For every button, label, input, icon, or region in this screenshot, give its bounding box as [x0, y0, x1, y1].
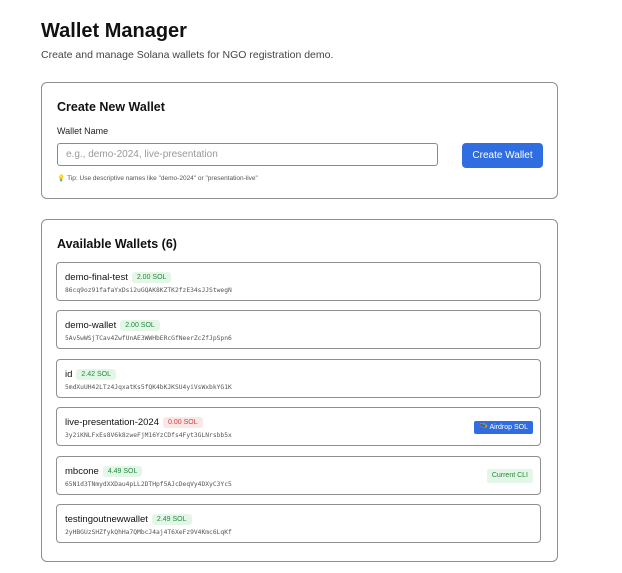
- wallet-row[interactable]: demo-final-test 2.00 SOL 86cq9oz91fafaYxD…: [56, 262, 541, 301]
- wallet-name-input[interactable]: [57, 143, 438, 166]
- page-title: Wallet Manager: [41, 20, 187, 42]
- available-wallets-heading: Available Wallets (6): [57, 237, 177, 251]
- tip-message: Tip: Use descriptive names like "demo-20…: [67, 175, 258, 182]
- balance-badge: 2.00 SOL: [131, 272, 172, 283]
- wallet-address: 65N1d3TNmydXXDau4pLL2DTHpf5AJcDeqVy4DXyC…: [65, 481, 232, 488]
- page-subtitle: Create and manage Solana wallets for NGO…: [41, 49, 334, 61]
- wallet-name-text: demo-final-test: [65, 272, 128, 283]
- wallet-row[interactable]: demo-wallet 2.00 SOL 5Av5wWSjTCav4ZwfUnAE…: [56, 310, 541, 349]
- wallet-name-text: id: [65, 369, 73, 380]
- balance-badge: 2.42 SOL: [76, 369, 116, 380]
- wallet-name: live-presentation-2024 0.00 SOL: [65, 417, 203, 428]
- wallet-name: demo-wallet 2.00 SOL: [65, 320, 160, 331]
- wallet-address: 3y2iKNLFxEs8V6k8zweFjM16YzCDfs4Fyt3GLNrs…: [65, 432, 232, 439]
- create-wallet-card: Create New Wallet Wallet Name Create Wal…: [41, 82, 558, 199]
- wallet-row[interactable]: live-presentation-2024 0.00 SOL 3y2iKNLFx…: [56, 407, 541, 446]
- balance-badge: 2.49 SOL: [151, 514, 192, 525]
- wallet-address: 5mdXuUH42LTz4JqxatKs5fQK4bKJKSU4yiVsWxbk…: [65, 384, 232, 391]
- current-cli-badge: Current CLI: [486, 469, 533, 483]
- wallet-name-text: mbcone: [65, 466, 99, 477]
- wallet-row[interactable]: testingoutnewwallet 2.49 SOL 2yHBGUzSHZfy…: [56, 504, 541, 543]
- wallet-row[interactable]: mbcone 4.49 SOL 65N1d3TNmydXXDau4pLL2DTHp…: [56, 456, 541, 495]
- wallet-address: 5Av5wWSjTCav4ZwfUnAE3WWHbERcGfNeerZcZfJp…: [65, 335, 232, 342]
- available-wallets-card: Available Wallets (6) demo-final-test 2.0…: [41, 219, 558, 562]
- create-wallet-heading: Create New Wallet: [57, 100, 165, 114]
- wallet-name-text: demo-wallet: [65, 320, 117, 331]
- wallet-name: id 2.42 SOL: [65, 369, 116, 380]
- wallet-name: mbcone 4.49 SOL: [65, 466, 143, 477]
- airdrop-sol-button[interactable]: 🪂 Airdrop SOL: [474, 421, 533, 434]
- wallet-name: testingoutnewwallet 2.49 SOL: [65, 514, 192, 525]
- wallet-row[interactable]: id 2.42 SOL 5mdXuUH42LTz4JqxatKs5fQK4bKJK…: [56, 359, 541, 398]
- balance-badge: 2.00 SOL: [120, 320, 160, 331]
- balance-badge: 0.00 SOL: [163, 417, 203, 428]
- lightbulb-icon: 💡: [57, 175, 66, 182]
- balance-badge: 4.49 SOL: [102, 466, 143, 477]
- wallet-address: 86cq9oz91fafaYxDsi2uGQAK8KZTK2fzE34sJJSt…: [65, 287, 232, 294]
- wallet-address: 2yHBGUzSHZfykQhHa7QMbcJ4aj4T6XeFz9V4Kmc6…: [65, 529, 232, 536]
- tip-text: 💡 Tip: Use descriptive names like "demo-2…: [57, 174, 258, 182]
- wallet-name-text: live-presentation-2024: [65, 417, 160, 428]
- wallet-name-label: Wallet Name: [57, 126, 109, 136]
- wallet-name-text: testingoutnewwallet: [65, 514, 148, 525]
- wallet-name: demo-final-test 2.00 SOL: [65, 272, 172, 283]
- create-wallet-button[interactable]: Create Wallet: [462, 143, 543, 168]
